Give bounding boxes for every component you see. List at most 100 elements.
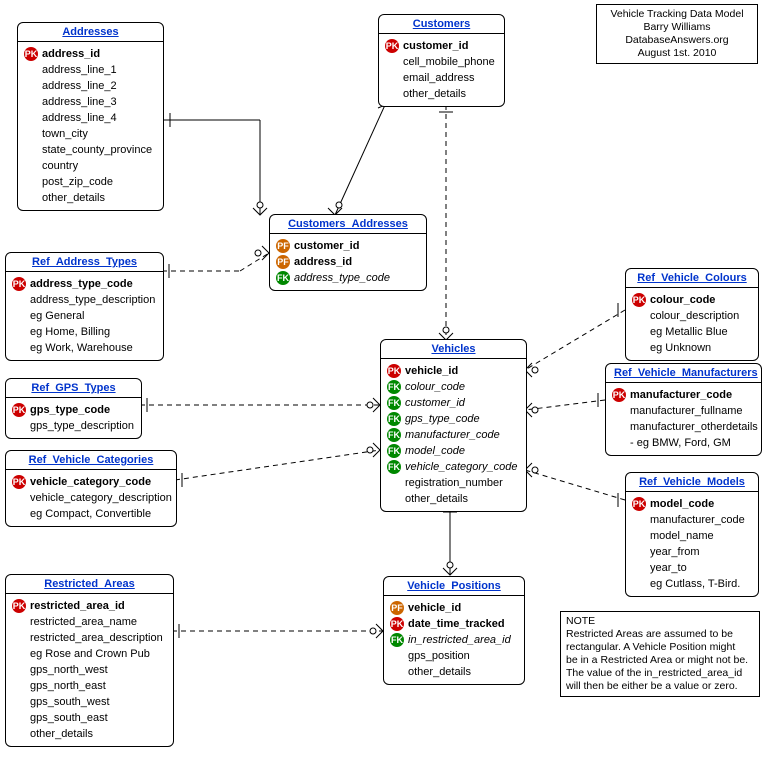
spacer-icon <box>12 711 26 725</box>
spacer-icon <box>632 513 646 527</box>
spacer-icon <box>632 561 646 575</box>
note-line: rectangular. A Vehicle Position might <box>566 641 754 654</box>
entity-header: Ref_Vehicle_Categories <box>6 451 176 470</box>
attr-name: address_line_4 <box>42 111 117 125</box>
entity-addresses: Addresses PKaddress_idaddress_line_1addr… <box>17 22 164 211</box>
note-heading: NOTE <box>566 615 754 628</box>
entity-body: PKaddress_type_codeaddress_type_descript… <box>6 272 163 360</box>
pk-icon: PK <box>390 617 404 631</box>
fk-icon: FK <box>276 271 290 285</box>
attr-row: PKmodel_code <box>632 496 752 512</box>
spacer-icon <box>24 175 38 189</box>
entity-body: PKvehicle_category_codevehicle_category_… <box>6 470 176 526</box>
attr-row: FKcolour_code <box>387 379 520 395</box>
attr-row: year_to <box>632 560 752 576</box>
fk-icon: FK <box>387 444 401 458</box>
attr-row: PKaddress_type_code <box>12 276 157 292</box>
attr-name: colour_code <box>650 293 715 307</box>
attr-name: customer_id <box>405 396 465 410</box>
attr-row: FKaddress_type_code <box>276 270 420 286</box>
entity-body: PKcustomer_idcell_mobile_phoneemail_addr… <box>379 34 504 106</box>
entity-header: Customers_Addresses <box>270 215 426 234</box>
entity-header: Ref_Vehicle_Colours <box>626 269 758 288</box>
attr-name: manufacturer_code <box>405 428 500 442</box>
attr-name: eg Metallic Blue <box>650 325 728 339</box>
pf-icon: PF <box>276 255 290 269</box>
entity-ref-gps-types: Ref_GPS_Types PKgps_type_codegps_type_de… <box>5 378 142 439</box>
spacer-icon <box>24 127 38 141</box>
attr-row: gps_type_description <box>12 418 135 434</box>
attr-name: vehicle_category_code <box>30 475 151 489</box>
pf-icon: PF <box>390 601 404 615</box>
pk-icon: PK <box>24 47 38 61</box>
entity-header: Ref_Vehicle_Models <box>626 473 758 492</box>
attr-name: other_details <box>408 665 471 679</box>
spacer-icon <box>12 325 26 339</box>
attr-row: gps_north_east <box>12 678 167 694</box>
entity-customers: Customers PKcustomer_idcell_mobile_phone… <box>378 14 505 107</box>
attr-name: eg Cutlass, T-Bird. <box>650 577 740 591</box>
attr-row: address_type_description <box>12 292 157 308</box>
attr-row: PFaddress_id <box>276 254 420 270</box>
attr-row: FKgps_type_code <box>387 411 520 427</box>
attr-name: address_id <box>42 47 100 61</box>
spacer-icon <box>24 191 38 205</box>
attr-name: restricted_area_name <box>30 615 137 629</box>
attr-name: gps_north_east <box>30 679 106 693</box>
attr-name: customer_id <box>294 239 359 253</box>
entity-vehicle-positions: Vehicle_Positions PFvehicle_idPKdate_tim… <box>383 576 525 685</box>
spacer-icon <box>24 159 38 173</box>
spacer-icon <box>612 404 626 418</box>
attr-row: address_line_1 <box>24 62 157 78</box>
title-line: Vehicle Tracking Data Model <box>602 8 752 21</box>
spacer-icon <box>632 545 646 559</box>
attr-row: eg Unknown <box>632 340 752 356</box>
attr-name: in_restricted_area_id <box>408 633 511 647</box>
attr-row: state_county_province <box>24 142 157 158</box>
attr-name: address_type_code <box>30 277 133 291</box>
attr-name: state_county_province <box>42 143 152 157</box>
spacer-icon <box>632 577 646 591</box>
attr-row: town_city <box>24 126 157 142</box>
attr-name: model_code <box>405 444 465 458</box>
spacer-icon <box>390 649 404 663</box>
attr-name: gps_type_code <box>30 403 110 417</box>
attr-row: address_line_2 <box>24 78 157 94</box>
attr-row: FKin_restricted_area_id <box>390 632 518 648</box>
pk-icon: PK <box>385 39 399 53</box>
pk-icon: PK <box>12 599 26 613</box>
entity-header: Ref_Vehicle_Manufacturers <box>606 364 761 383</box>
attr-row: PKdate_time_tracked <box>390 616 518 632</box>
spacer-icon <box>12 695 26 709</box>
note-line: be in a Restricted Area or might not be. <box>566 654 754 667</box>
note-line: Restricted Areas are assumed to be <box>566 628 754 641</box>
attr-name: eg Home, Billing <box>30 325 110 339</box>
attr-name: restricted_area_id <box>30 599 125 613</box>
attr-name: cell_mobile_phone <box>403 55 495 69</box>
pk-icon: PK <box>632 293 646 307</box>
attr-name: country <box>42 159 78 173</box>
attr-row: other_details <box>385 86 498 102</box>
attr-row: PKmanufacturer_code <box>612 387 755 403</box>
attr-name: manufacturer_code <box>630 388 732 402</box>
spacer-icon <box>12 727 26 741</box>
attr-name: manufacturer_code <box>650 513 745 527</box>
attr-row: FKcustomer_id <box>387 395 520 411</box>
note-line: The value of the in_restricted_area_id <box>566 667 754 680</box>
attr-row: eg Compact, Convertible <box>12 506 170 522</box>
spacer-icon <box>12 663 26 677</box>
attr-name: other_details <box>42 191 105 205</box>
attr-row: post_zip_code <box>24 174 157 190</box>
fk-icon: FK <box>387 428 401 442</box>
attr-name: town_city <box>42 127 88 141</box>
spacer-icon <box>632 325 646 339</box>
spacer-icon <box>24 143 38 157</box>
attr-row: FK model_code <box>387 443 520 459</box>
entity-customers-addresses: Customers_Addresses PF customer_idPFaddre… <box>269 214 427 291</box>
entity-body: PKvehicle_idFKcolour_codeFKcustomer_idFK… <box>381 359 526 511</box>
spacer-icon <box>632 529 646 543</box>
entity-restricted-areas: Restricted_Areas PKrestricted_area_idres… <box>5 574 174 747</box>
attr-name: restricted_area_description <box>30 631 163 645</box>
attr-name: other_details <box>30 727 93 741</box>
attr-name: gps_type_description <box>30 419 134 433</box>
